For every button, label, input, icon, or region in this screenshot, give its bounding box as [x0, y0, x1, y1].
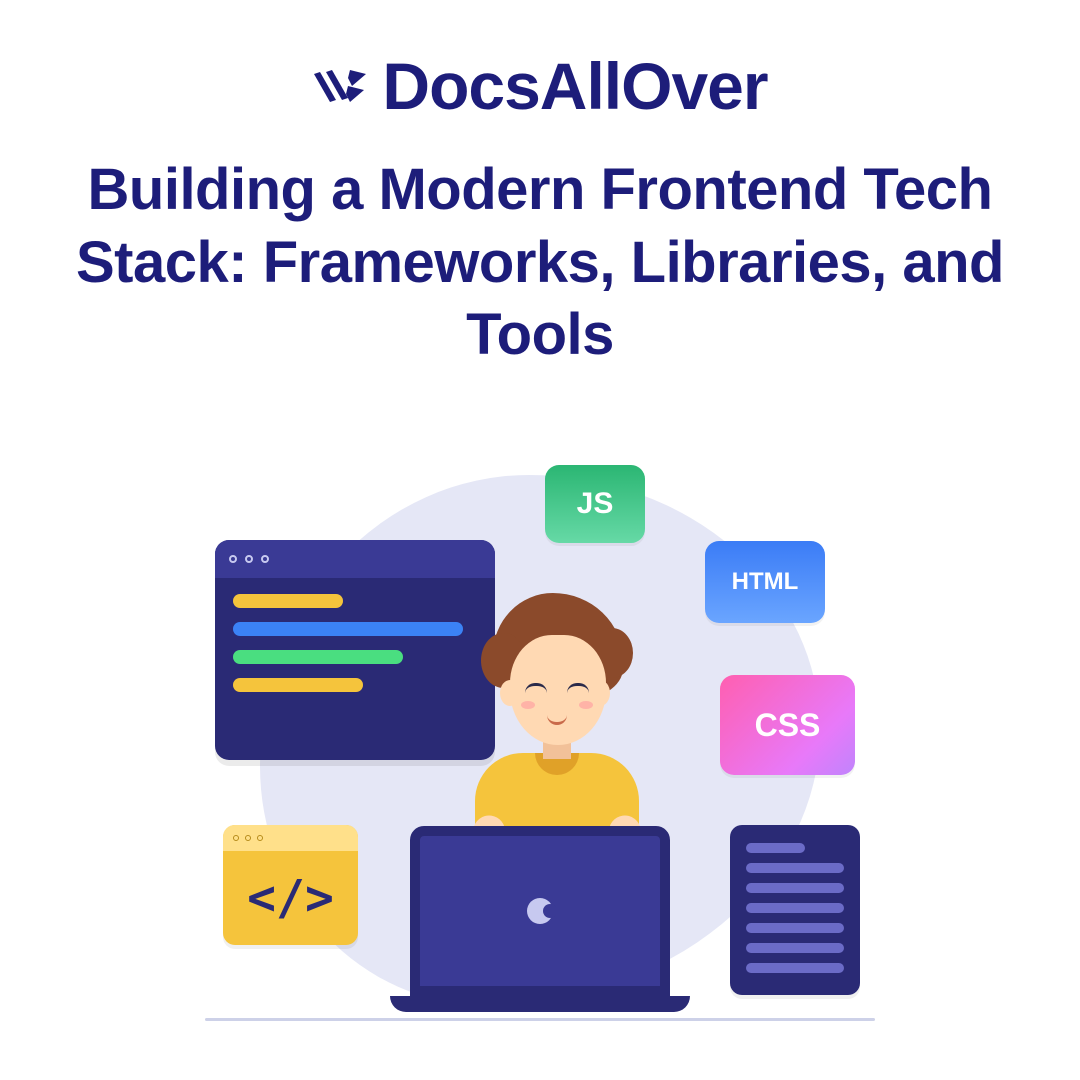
hero-illustration: JS HTML CSS </> — [175, 445, 905, 1035]
code-brackets-icon: </> — [223, 851, 358, 945]
header: DocsAllOver — [0, 0, 1080, 124]
blush-left — [521, 701, 535, 709]
doc-line — [746, 883, 844, 893]
blush-right — [579, 701, 593, 709]
window-titlebar — [215, 540, 495, 578]
window-dot-icon — [233, 835, 239, 841]
brand-logo-icon — [312, 58, 368, 114]
laptop-screen — [410, 826, 670, 996]
code-line — [233, 678, 363, 692]
window-dot-icon — [245, 555, 253, 563]
laptop-logo-icon — [527, 898, 553, 924]
js-badge: JS — [545, 465, 645, 543]
window-dot-icon — [245, 835, 251, 841]
window-dot-icon — [261, 555, 269, 563]
doc-line — [746, 963, 844, 973]
code-line — [233, 650, 403, 664]
css-badge: CSS — [720, 675, 855, 775]
code-line — [233, 622, 463, 636]
doc-line — [746, 903, 844, 913]
doc-line — [746, 863, 844, 873]
page-title: Building a Modern Frontend Tech Stack: F… — [0, 124, 1080, 372]
desk-line — [205, 1018, 875, 1021]
document-card — [730, 825, 860, 995]
window-dot-icon — [257, 835, 263, 841]
doc-line — [746, 943, 844, 953]
code-editor-window — [215, 540, 495, 760]
brand-name: DocsAllOver — [382, 48, 767, 124]
code-line — [233, 594, 343, 608]
html-badge: HTML — [705, 541, 825, 623]
doc-line — [746, 923, 844, 933]
small-window-titlebar — [223, 825, 358, 851]
doc-line — [746, 843, 805, 853]
laptop-icon — [390, 826, 690, 1021]
code-brackets-window: </> — [223, 825, 358, 945]
window-dot-icon — [229, 555, 237, 563]
laptop-base — [390, 996, 690, 1012]
code-lines — [215, 578, 495, 722]
